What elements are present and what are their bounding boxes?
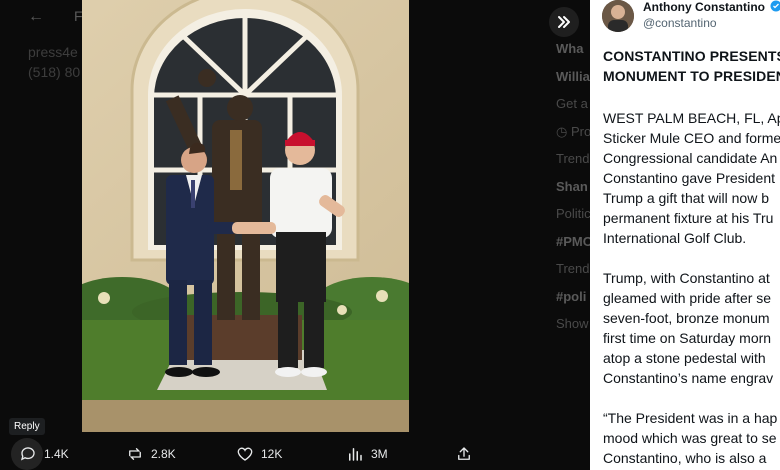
tweet-text-line: Trump a gift that will now b <box>603 190 769 206</box>
tweet-text-line: first time on Saturday morn <box>603 330 772 346</box>
tweet-text-line: Trump, with Constantino at <box>603 270 770 286</box>
like-button[interactable]: 12K <box>236 445 282 463</box>
background-trend-item: Show <box>556 316 589 332</box>
author-name-text: Anthony Constantino <box>643 0 765 14</box>
expand-panel-button[interactable] <box>549 7 579 37</box>
reply-icon <box>20 447 35 461</box>
tweet-body: WEST PALM BEACH, FL, Ap Sticker Mule CEO … <box>603 108 780 470</box>
photo-image <box>82 0 409 432</box>
avatar-image <box>602 0 634 32</box>
tweet-action-bar: 1.4K 2.8K 12K 3M <box>0 438 590 470</box>
background-trend-item: #PMO <box>556 233 590 249</box>
background-trends-column: Wha Willia Get a ◷ Pro Trendi Shan Politic #PMO… <box>556 40 590 343</box>
share-icon <box>458 447 470 460</box>
back-arrow-icon: ← <box>28 8 44 25</box>
views-chart-icon <box>349 448 362 461</box>
heart-icon <box>237 447 253 461</box>
reply-count: 1.4K <box>44 447 69 461</box>
background-text-line: (518) 80 <box>28 64 81 80</box>
tweet-headline: CONSTANTINO PRESENTS MONUMENT TO PRESIDE… <box>603 46 780 86</box>
background-trend-item: ◷ Pro <box>556 123 590 139</box>
tweet-text-line: Congressional candidate An <box>603 150 778 166</box>
repost-icon <box>129 448 141 460</box>
author-handle[interactable]: @constantino <box>643 16 717 30</box>
tweet-text-line: permanent fixture at his Tru <box>603 210 774 226</box>
tweet-text-line: Sticker Mule CEO and forme <box>603 130 780 146</box>
reply-tooltip: Reply <box>9 418 45 435</box>
tweet-text-line: atop a stone pedestal with <box>603 350 766 366</box>
background-trend-item: Trendi <box>556 151 590 167</box>
tweet-text-line: WEST PALM BEACH, FL, Ap <box>603 110 780 126</box>
repost-count: 2.8K <box>151 447 176 461</box>
double-chevron-right-icon <box>558 16 570 28</box>
tweet-text-line: seven-foot, bronze monum <box>603 310 770 326</box>
tweet-photo[interactable] <box>82 0 409 432</box>
tweet-paragraph: WEST PALM BEACH, FL, Ap Sticker Mule CEO … <box>603 108 780 248</box>
tweet-paragraph: Trump, with Constantino at gleamed with p… <box>603 268 780 388</box>
headline-line: CONSTANTINO PRESENTS <box>603 48 780 64</box>
tweet-text-line: Constantino’s name engrav <box>603 370 774 386</box>
background-trend-item: Get a <box>556 96 588 112</box>
tweet-text-line: Constantino, who is also a <box>603 450 767 466</box>
verified-badge-icon <box>770 0 780 12</box>
repost-button[interactable]: 2.8K <box>126 445 176 463</box>
views-button[interactable]: 3M <box>346 445 388 463</box>
background-text-line: press4e <box>28 44 78 60</box>
background-trend-item: Trendi <box>556 261 590 277</box>
author-name[interactable]: Anthony Constantino <box>643 0 780 14</box>
views-count: 3M <box>371 447 388 461</box>
share-button[interactable] <box>455 445 473 463</box>
tweet-text-line: Constantino gave President <box>603 170 775 186</box>
tweet-text-line: International Golf Club. <box>603 230 747 246</box>
author-avatar[interactable] <box>602 0 634 32</box>
tweet-paragraph: “The President was in a hap mood which wa… <box>603 408 780 468</box>
tweet-text-line: mood which was great to se <box>603 430 777 446</box>
tweet-detail-panel: Anthony Constantino @constantino CONSTAN… <box>590 0 780 470</box>
background-trend-item: Willia <box>556 68 590 84</box>
tweet-text-line: “The President was in a hap <box>603 410 778 426</box>
reply-button[interactable]: 1.4K <box>19 445 69 463</box>
background-trend-item: Shan <box>556 178 588 194</box>
tweet-text-line: gleamed with pride after se <box>603 290 772 306</box>
headline-line: MONUMENT TO PRESIDEN <box>603 68 780 84</box>
background-trend-item: Politic <box>556 206 590 222</box>
like-count: 12K <box>261 447 283 461</box>
background-trend-item: Wha <box>556 41 584 56</box>
background-trend-item: #poli <box>556 288 587 304</box>
